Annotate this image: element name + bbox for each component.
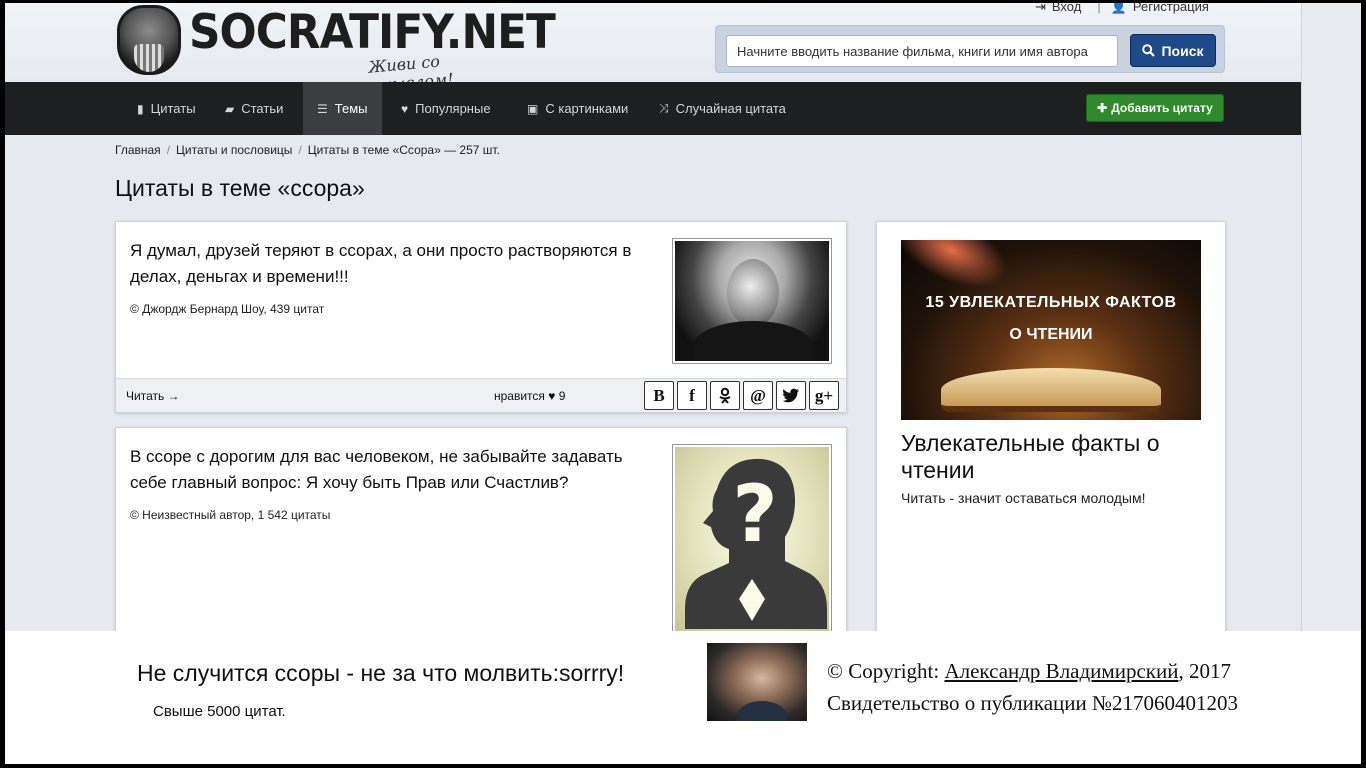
publication-certificate: Свидетельство о публикации №217060401203 (827, 691, 1239, 715)
breadcrumb-quotes[interactable]: Цитаты и пословицы (176, 143, 292, 157)
breadcrumb-current: Цитаты в теме «Ссора» — 257 шт. (307, 143, 500, 157)
folder-open-icon: ▰ (225, 101, 235, 116)
copyright-line: © Copyright: Александр Владимирский, 201… (827, 655, 1238, 687)
nav-item-with-pictures[interactable]: ▣ С картинками (513, 82, 642, 135)
page-title: Цитаты в теме «ссора» (115, 175, 365, 201)
overlay-count: Свыше 5000 цитат. (153, 703, 286, 720)
read-link[interactable]: Читать → (126, 389, 180, 403)
vk-share-button[interactable]: В (644, 381, 674, 410)
odnoklassniki-share-button[interactable] (710, 381, 740, 410)
divider: | (1097, 3, 1101, 14)
main-nav: ▮ Цитаты ▰ Статьи ☰ Темы ♥ Популярные ▣ … (5, 82, 1301, 135)
account-links: ⇥ Вход | 👤 Регистрация (1035, 3, 1215, 15)
nav-item-topics[interactable]: ☰ Темы (303, 82, 382, 135)
breadcrumb-separator: / (166, 143, 171, 157)
nav-item-label: Цитаты (150, 101, 196, 116)
nav-item-quotes[interactable]: ▮ Цитаты (123, 82, 210, 135)
author-avatar (707, 643, 807, 721)
likes-counter[interactable]: нравится ♥ 9 (494, 389, 565, 403)
promo-image-caption: 15 УВЛЕКАТЕЛЬНЫХ ФАКТОВ (925, 294, 1177, 311)
author-portrait[interactable] (672, 238, 832, 364)
add-quote-label: Добавить цитату (1111, 101, 1213, 115)
image-icon: ▣ (527, 101, 539, 116)
nav-item-label: Статьи (241, 101, 284, 116)
nav-item-label: С картинками (545, 101, 629, 116)
copyright-year: , 2017 (1178, 659, 1231, 683)
search-icon (1142, 44, 1156, 57)
unknown-author-portrait[interactable]: ? (672, 444, 832, 631)
breadcrumb: Главная / Цитаты и пословицы / Цитаты в теме… (115, 143, 500, 157)
socrates-logo-icon (117, 5, 181, 75)
shuffle-icon: ⤨ (659, 101, 669, 115)
quote-author[interactable]: © Джордж Бернард Шоу, 439 цитат (130, 302, 324, 316)
plus-icon: ✚ (1097, 101, 1108, 115)
breadcrumb-separator: / (298, 143, 302, 157)
mail-icon: @ (750, 385, 766, 405)
nav-item-label: Популярные (415, 101, 491, 116)
site-header: SOCRATIFY.NET Живи со смыслом! ⇥ Вход | 👤 Ре… (5, 3, 1301, 96)
svg-text:?: ? (732, 470, 777, 560)
facebook-share-button[interactable]: f (677, 381, 707, 410)
search-input[interactable] (726, 35, 1118, 67)
google-plus-share-button[interactable]: g+ (809, 381, 839, 410)
promo-image[interactable]: 15 УВЛЕКАТЕЛЬНЫХ ФАКТОВ О ЧТЕНИИ (901, 240, 1201, 420)
share-buttons: В f @ g+ (644, 381, 839, 410)
promo-title[interactable]: Увлекательные факты о чтении (901, 430, 1211, 484)
nav-item-random-quote[interactable]: ⤨ Случайная цитата (645, 82, 800, 135)
nav-item-popular[interactable]: ♥ Популярные (387, 82, 505, 135)
site-logo[interactable]: SOCRATIFY.NET Живи со смыслом! (113, 3, 556, 96)
open-book-icon (941, 368, 1161, 412)
heart-icon: ♥ (401, 101, 409, 116)
twitter-share-button[interactable] (776, 381, 806, 410)
screenshot-frame: SOCRATIFY.NET Живи со смыслом! ⇥ Вход | 👤 Ре… (5, 3, 1361, 764)
nav-item-articles[interactable]: ▰ Статьи (211, 82, 297, 135)
unknown-author-silhouette-icon: ? (675, 447, 829, 631)
add-quote-button[interactable]: ✚ Добавить цитату (1086, 94, 1224, 122)
heart-icon: ♥ (548, 389, 556, 403)
copyright-prefix: © Copyright: (827, 659, 945, 683)
nav-item-label: Случайная цитата (675, 101, 786, 116)
copyright-block: © Copyright: Александр Владимирский, 201… (827, 655, 1238, 719)
author-photo (675, 241, 829, 361)
quote-text[interactable]: В ссоре с дорогим для вас человеком, не … (130, 444, 660, 496)
search-bar: Поиск (715, 25, 1225, 73)
login-link[interactable]: Вход (1052, 3, 1081, 14)
sidebar-promo: 15 УВЛЕКАТЕЛЬНЫХ ФАКТОВ О ЧТЕНИИ Увлекат… (876, 221, 1226, 631)
likes-count: 9 (558, 389, 566, 403)
odnoklassniki-icon (719, 387, 731, 404)
search-button-label: Поиск (1161, 42, 1204, 59)
search-button[interactable]: Поиск (1130, 34, 1216, 67)
website: SOCRATIFY.NET Живи со смыслом! ⇥ Вход | 👤 Ре… (5, 3, 1301, 631)
promo-image-caption: О ЧТЕНИИ (1009, 326, 1093, 343)
mail-share-button[interactable]: @ (743, 381, 773, 410)
user-icon: 👤 (1110, 3, 1127, 14)
register-link[interactable]: Регистрация (1133, 3, 1209, 14)
right-margin (1301, 3, 1361, 631)
facebook-icon: f (689, 385, 695, 405)
login-icon: ⇥ (1035, 3, 1046, 14)
quote-card: Я думал, друзей теряют в ссорах, а они п… (115, 221, 847, 413)
quote-card-footer: Читать → нравится ♥ 9 В f @ g+ (116, 378, 846, 412)
likes-label: нравится (494, 389, 545, 403)
quote-card: В ссоре с дорогим для вас человеком, не … (115, 427, 847, 631)
bookmark-icon: ▮ (137, 101, 144, 116)
breadcrumb-home[interactable]: Главная (115, 143, 161, 157)
google-plus-icon: g+ (814, 385, 834, 405)
overlay-quote-text: Не случится ссоры - не за что молвить:so… (137, 660, 625, 686)
twitter-icon (782, 388, 799, 403)
list-icon: ☰ (317, 101, 328, 116)
quote-text[interactable]: Я думал, друзей теряют в ссорах, а они п… (130, 238, 660, 290)
copyright-author-link[interactable]: Александр Владимирский (944, 659, 1178, 683)
nav-item-label: Темы (334, 101, 368, 116)
quote-author[interactable]: © Неизвестный автор, 1 542 цитаты (130, 508, 330, 522)
vk-icon: В (653, 385, 665, 405)
promo-subtitle: Читать - значит оставаться молодым! (901, 490, 1146, 506)
